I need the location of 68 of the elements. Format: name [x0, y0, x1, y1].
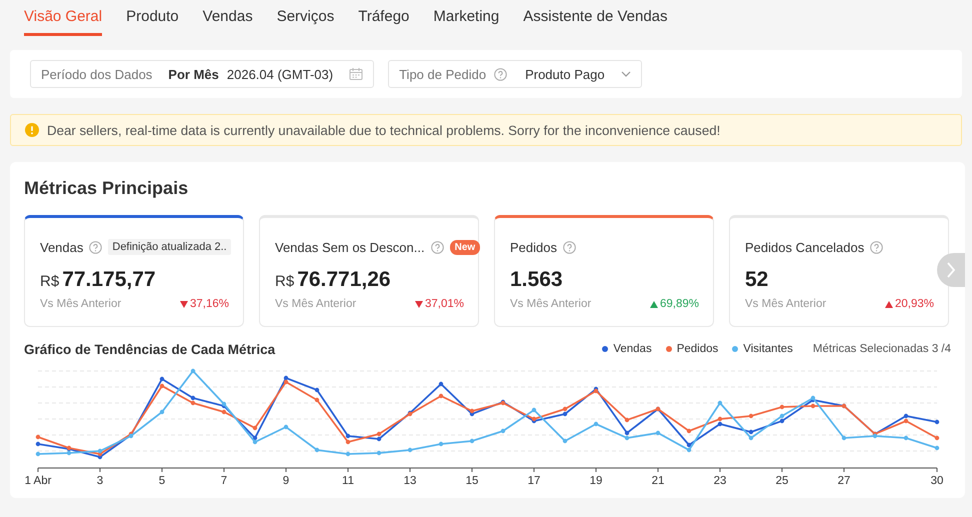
- alert-message: Dear sellers, real-time data is currently unavailable due to technical problems. Sorry for the inconvenience caused!: [47, 122, 720, 138]
- selected-metrics-count: Métricas Selecionadas 3 /4: [812, 343, 951, 355]
- metric-name: Vendas Sem os Descon...: [275, 240, 425, 254]
- order-type-value: Produto Pago: [525, 66, 605, 82]
- legend-label: Visitantes: [743, 343, 793, 355]
- axis-label: 30: [930, 475, 944, 487]
- period-mode: Por Mês: [168, 66, 219, 82]
- nav-tab[interactable]: Assistente de Vendas: [523, 0, 668, 36]
- axis-label: 11: [342, 475, 354, 487]
- help-icon: [870, 240, 884, 254]
- axis-label: 3: [96, 475, 104, 487]
- chart-title: Gráfico de Tendências de Cada Métrica: [24, 342, 276, 356]
- metric-name: Pedidos: [510, 240, 557, 254]
- axis-label: 13: [404, 475, 416, 487]
- section-title: Métricas Principais: [24, 178, 190, 199]
- help-icon: [494, 68, 508, 80]
- metric-name: Vendas: [40, 240, 84, 254]
- metric-card[interactable]: Vendas Definição atualizada 2.. R$77.175,77 Vs Mês Anterior 37,16%: [24, 215, 244, 327]
- help-icon: [89, 240, 102, 254]
- axis-label: 23: [714, 475, 726, 487]
- nav-tab[interactable]: Vendas: [202, 0, 253, 36]
- chevron-down-icon: [620, 69, 631, 79]
- order-type-label: Tipo de Pedido: [399, 66, 486, 82]
- definition-tag: Definição atualizada 2..: [108, 239, 231, 255]
- axis-label: 9: [282, 475, 290, 487]
- comparison-label: Vs Mês Anterior: [745, 298, 826, 310]
- nav-tab[interactable]: Serviços: [276, 0, 334, 36]
- next-button[interactable]: [937, 253, 965, 287]
- period-label: Período dos Dados: [41, 66, 152, 82]
- currency-symbol: R$: [40, 273, 60, 290]
- axis-label: 1 Abr: [24, 475, 52, 487]
- currency-symbol: R$: [275, 273, 294, 290]
- period-picker[interactable]: Período dos Dados Por Mês 2026.04 (GMT-03): [30, 60, 374, 88]
- warning-icon: [25, 123, 39, 137]
- axis-label: 5: [158, 475, 166, 487]
- legend-label: Vendas: [613, 343, 652, 355]
- comparison-label: Vs Mês Anterior: [510, 298, 592, 310]
- help-icon: [430, 240, 444, 254]
- axis-label: 15: [466, 475, 478, 487]
- change-percent: 37,01%: [424, 298, 464, 310]
- help-icon: [562, 240, 576, 254]
- metric-value: 76.771,26: [297, 268, 391, 292]
- metric-value: 52: [745, 268, 768, 292]
- metric-value: 77.175,77: [62, 268, 156, 292]
- metric-card[interactable]: Vendas Sem os Descon... New R$76.771,26 Vs Mês Anterior 37,01%: [259, 215, 479, 327]
- new-badge: New: [450, 240, 480, 254]
- comparison-label: Vs Mês Anterior: [275, 298, 356, 310]
- metric-name: Pedidos Cancelados: [745, 240, 864, 254]
- metric-value: 1.563: [510, 268, 563, 292]
- axis-label: 27: [838, 475, 850, 487]
- calendar-icon: [349, 67, 364, 81]
- axis-label: 17: [528, 475, 540, 487]
- order-type-select[interactable]: Tipo de Pedido Produto Pago: [388, 60, 642, 88]
- change-percent: 69,89%: [660, 298, 699, 310]
- nav-tab[interactable]: Tráfego: [358, 0, 410, 36]
- nav-tab[interactable]: Produto: [126, 0, 179, 36]
- period-value: 2026.04 (GMT-03): [226, 66, 334, 82]
- nav-tab[interactable]: Marketing: [433, 0, 500, 36]
- axis-label: 7: [220, 475, 228, 487]
- axis-label: 21: [652, 475, 664, 487]
- axis-label: 19: [590, 475, 602, 487]
- change-percent: 20,93%: [894, 298, 934, 310]
- metric-card[interactable]: Pedidos 1.563 Vs Mês Anterior 69,89%: [494, 215, 714, 327]
- chevron-right-icon: [946, 262, 956, 278]
- comparison-label: Vs Mês Anterior: [40, 298, 122, 310]
- change-percent: 37,16%: [190, 298, 229, 310]
- axis-label: 25: [776, 475, 788, 487]
- legend-label: Pedidos: [676, 343, 718, 355]
